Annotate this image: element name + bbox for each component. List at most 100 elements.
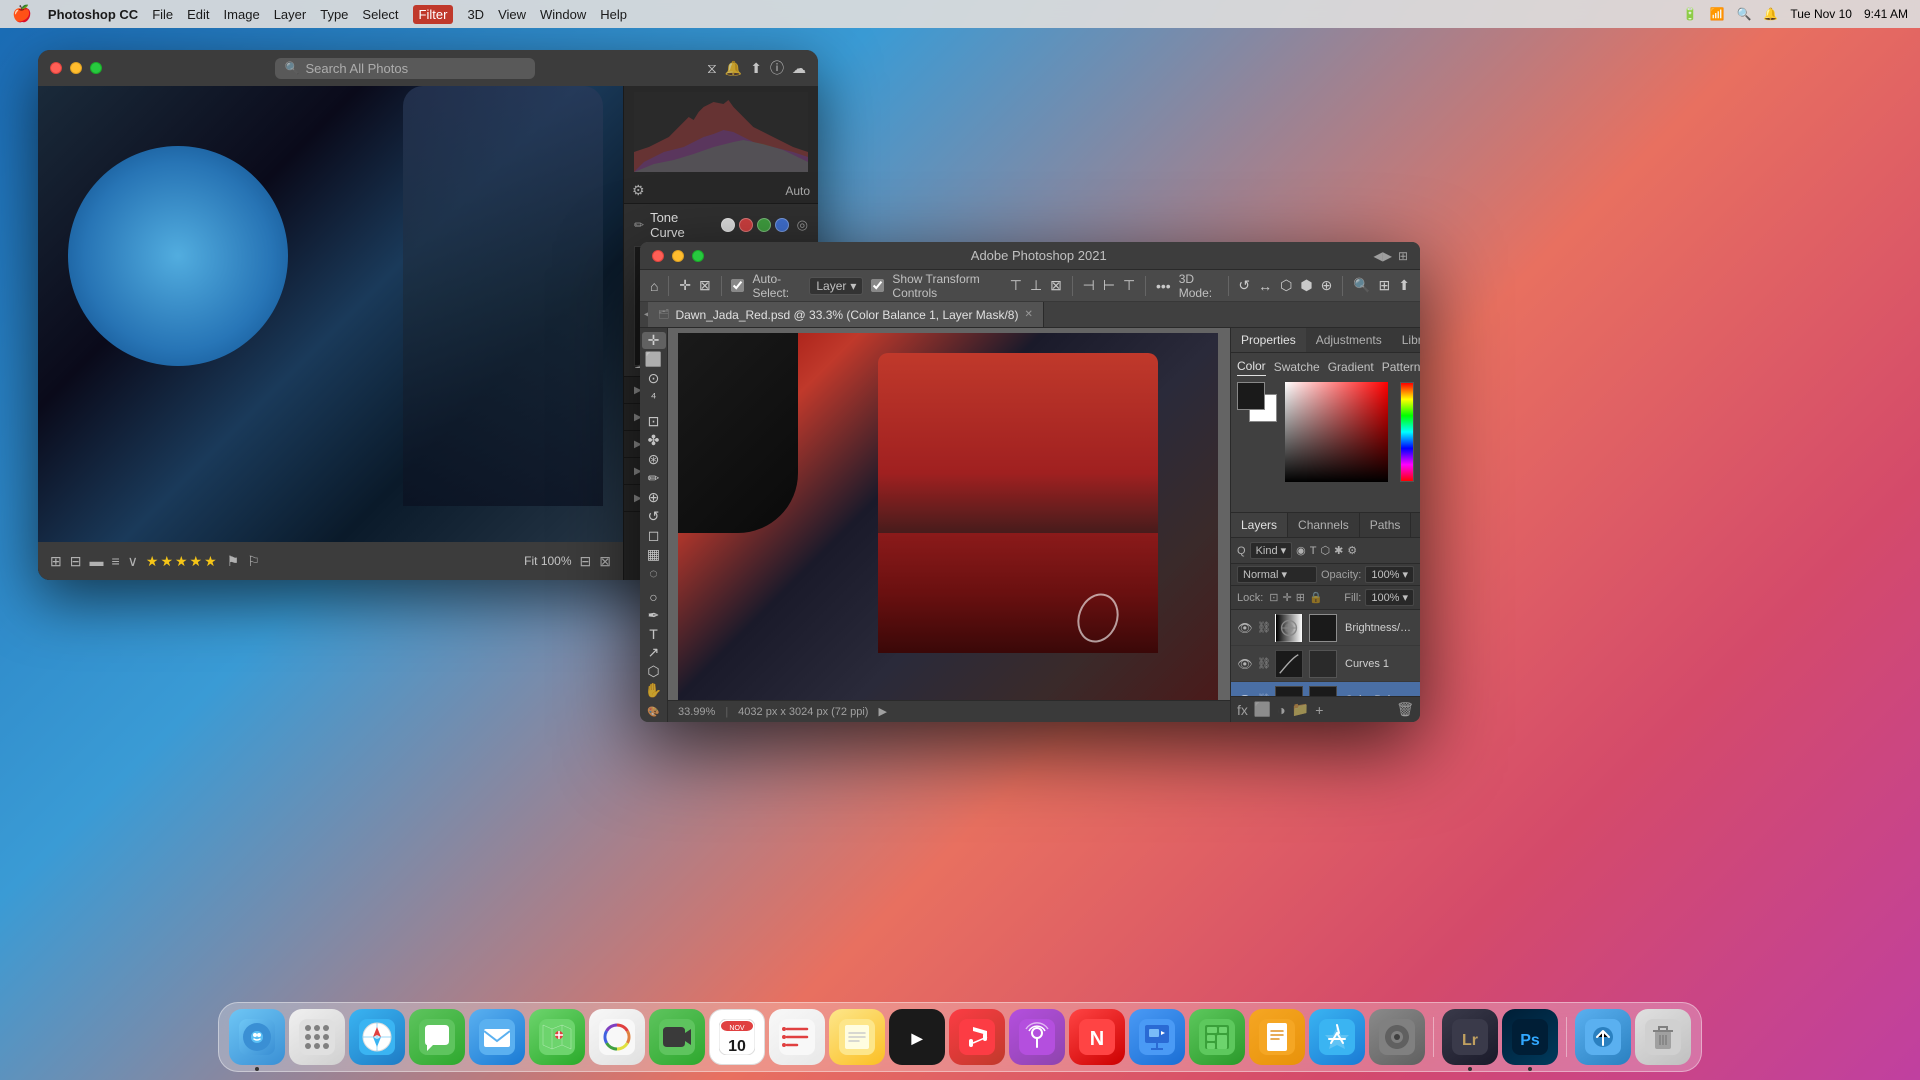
ps-lock-all-icon[interactable]: 🔒 <box>1309 591 1323 604</box>
lr-list-icon[interactable]: ≡ <box>111 553 119 569</box>
lr-cloud-icon[interactable]: ☁ <box>792 60 806 77</box>
menu-view[interactable]: View <box>498 7 526 22</box>
ps-flip-icon[interactable]: ↔ <box>1258 278 1272 294</box>
ps-channels-tab[interactable]: Channels <box>1288 513 1360 537</box>
lr-close-button[interactable] <box>50 62 62 74</box>
ps-search-icon[interactable]: 🔍 <box>1353 277 1370 294</box>
ps-share-icon[interactable]: ⬆ <box>1398 277 1410 294</box>
ps-filter-icon4[interactable]: ✱ <box>1334 544 1343 557</box>
ps-tab-close-icon[interactable]: ✕ <box>1024 309 1032 320</box>
ps-tool-path[interactable]: ↗ <box>642 644 666 661</box>
ps-filter-icon2[interactable]: T <box>1310 545 1317 557</box>
ps-tool-color[interactable]: 🎨 <box>642 707 666 718</box>
ps-swatches-tab[interactable]: Swatche <box>1274 360 1320 376</box>
ps-lock-artboard-icon[interactable]: ⊞ <box>1296 591 1305 604</box>
ps-layer-mask-icon[interactable]: ⬜ <box>1254 701 1271 718</box>
lr-single-icon[interactable]: ▬ <box>89 553 103 569</box>
ps-auto-select-checkbox[interactable] <box>731 279 744 292</box>
lr-fit-text[interactable]: Fit 100% <box>524 554 571 568</box>
dock-news[interactable]: N <box>1069 1009 1125 1065</box>
ps-adjustments-tab[interactable]: Adjustments <box>1306 328 1392 352</box>
ps-minimize-button[interactable] <box>672 250 684 262</box>
menu-filter[interactable]: Filter <box>413 5 454 24</box>
ps-tool-spot-heal[interactable]: ⊛ <box>642 451 666 468</box>
ps-align-top-icon[interactable]: ⊤ <box>1010 277 1022 294</box>
lr-maximize-button[interactable] <box>90 62 102 74</box>
ps-paths-tab[interactable]: Paths <box>1360 513 1412 537</box>
ps-lock-move-icon[interactable]: ✛ <box>1283 591 1292 604</box>
menu-3d[interactable]: 3D <box>467 7 484 22</box>
dock-launchpad[interactable] <box>289 1009 345 1065</box>
lr-flag2-icon[interactable]: ⚐ <box>247 553 260 570</box>
dock-reminders[interactable] <box>769 1009 825 1065</box>
dock-placeholder[interactable] <box>1575 1009 1631 1065</box>
lr-adjust-icon[interactable]: ⊠ <box>599 553 611 570</box>
ps-lock-pixels-icon[interactable]: ⊡ <box>1269 591 1278 604</box>
ps-close-button[interactable] <box>652 250 664 262</box>
ps-artboard-icon[interactable]: ⊠ <box>699 277 711 294</box>
ps-tool-dodge[interactable]: ○ <box>642 589 666 605</box>
ps-layer-eye-curves[interactable]: 👁 <box>1237 656 1253 672</box>
ps-tool-history[interactable]: ↺ <box>642 508 666 525</box>
ps-properties-tab[interactable]: Properties <box>1231 328 1306 352</box>
dock-notes[interactable] <box>829 1009 885 1065</box>
dock-pages[interactable] <box>1249 1009 1305 1065</box>
ps-home-icon[interactable]: ⌂ <box>650 278 658 294</box>
dock-tv[interactable]: ▶ <box>889 1009 945 1065</box>
dock-facetime[interactable] <box>649 1009 705 1065</box>
lr-auto-icon[interactable]: Auto <box>785 184 810 198</box>
dock-system-preferences[interactable] <box>1369 1009 1425 1065</box>
dock-safari[interactable] <box>349 1009 405 1065</box>
dock-mail[interactable] <box>469 1009 525 1065</box>
ps-canvas[interactable]: 33.99% | 4032 px x 3024 px (72 ppi) ▶ <box>668 328 1230 722</box>
ps-filter-icon1[interactable]: ◉ <box>1296 544 1306 557</box>
ps-3d3-icon[interactable]: ⊕ <box>1321 277 1333 294</box>
lr-grid2-icon[interactable]: ⊟ <box>70 553 82 570</box>
ps-tool-text[interactable]: T <box>642 626 666 642</box>
ps-tool-crop[interactable]: ⊡ <box>642 413 666 430</box>
menu-select[interactable]: Select <box>362 7 398 22</box>
ps-titlebar-more-icon[interactable]: ⊞ <box>1398 249 1408 263</box>
dock-trash[interactable] <box>1635 1009 1691 1065</box>
dock-photos[interactable] <box>589 1009 645 1065</box>
menubar-search-icon[interactable]: 🔍 <box>1736 7 1751 21</box>
tc-dot-white[interactable] <box>721 218 735 232</box>
ps-layer-dropdown[interactable]: Layer ▾ <box>809 277 863 295</box>
ps-align-bottom-icon[interactable]: ⊠ <box>1050 277 1062 294</box>
ps-3d1-icon[interactable]: ⬡ <box>1280 277 1292 294</box>
ps-tool-brush[interactable]: ✏ <box>642 470 666 487</box>
ps-layer-fx-icon[interactable]: fx <box>1237 702 1248 718</box>
dock-keynote[interactable] <box>1129 1009 1185 1065</box>
ps-align-left-icon[interactable]: ⊣ <box>1083 277 1095 294</box>
dock-music[interactable] <box>949 1009 1005 1065</box>
dock-messages[interactable] <box>409 1009 465 1065</box>
ps-layer-adjustment-icon[interactable]: ◑ <box>1277 702 1285 718</box>
lr-search-bar[interactable]: 🔍 Search All Photos <box>275 58 535 79</box>
dock-appstore[interactable] <box>1309 1009 1365 1065</box>
ps-filter-icon5[interactable]: ⚙ <box>1347 544 1357 557</box>
lr-grid-icon[interactable]: ⊞ <box>50 553 62 570</box>
ps-tool-pen[interactable]: ✒ <box>642 607 666 624</box>
lr-bell-icon[interactable]: 🔔 <box>725 60 742 77</box>
tc-dot-blue[interactable] <box>775 218 789 232</box>
ps-layer-folder-icon[interactable]: 📁 <box>1292 701 1309 718</box>
ps-layer-delete-icon[interactable]: 🗑 <box>1396 701 1414 718</box>
menu-file[interactable]: File <box>152 7 173 22</box>
dock-maps[interactable] <box>529 1009 585 1065</box>
ps-tool-magic-wand[interactable]: ⁴ <box>642 389 666 405</box>
menu-edit[interactable]: Edit <box>187 7 209 22</box>
ps-layer-item-curves[interactable]: 👁 ⛓ Curves 1 <box>1231 646 1420 682</box>
tc-settings-icon[interactable]: ◎ <box>797 217 808 233</box>
ps-tool-shape[interactable]: ⬡ <box>642 663 666 680</box>
ps-foreground-color[interactable] <box>1237 382 1265 410</box>
ps-tool-eraser[interactable]: ◻ <box>642 527 666 544</box>
ps-active-tab[interactable]: 🗂 Dawn_Jada_Red.psd @ 33.3% (Color Balan… <box>648 302 1044 327</box>
menubar-battery-icon[interactable]: 🔋 <box>1683 7 1698 21</box>
ps-gradient-tab[interactable]: Gradient <box>1328 360 1374 376</box>
dock-finder[interactable] <box>229 1009 285 1065</box>
ps-color-picker[interactable] <box>1285 382 1388 482</box>
lr-compare-icon[interactable]: ⊟ <box>580 553 592 570</box>
lr-rating[interactable]: ★★★★★ <box>146 553 219 570</box>
dock-numbers[interactable] <box>1189 1009 1245 1065</box>
lr-filter-icon[interactable]: ⧖ <box>707 60 717 77</box>
